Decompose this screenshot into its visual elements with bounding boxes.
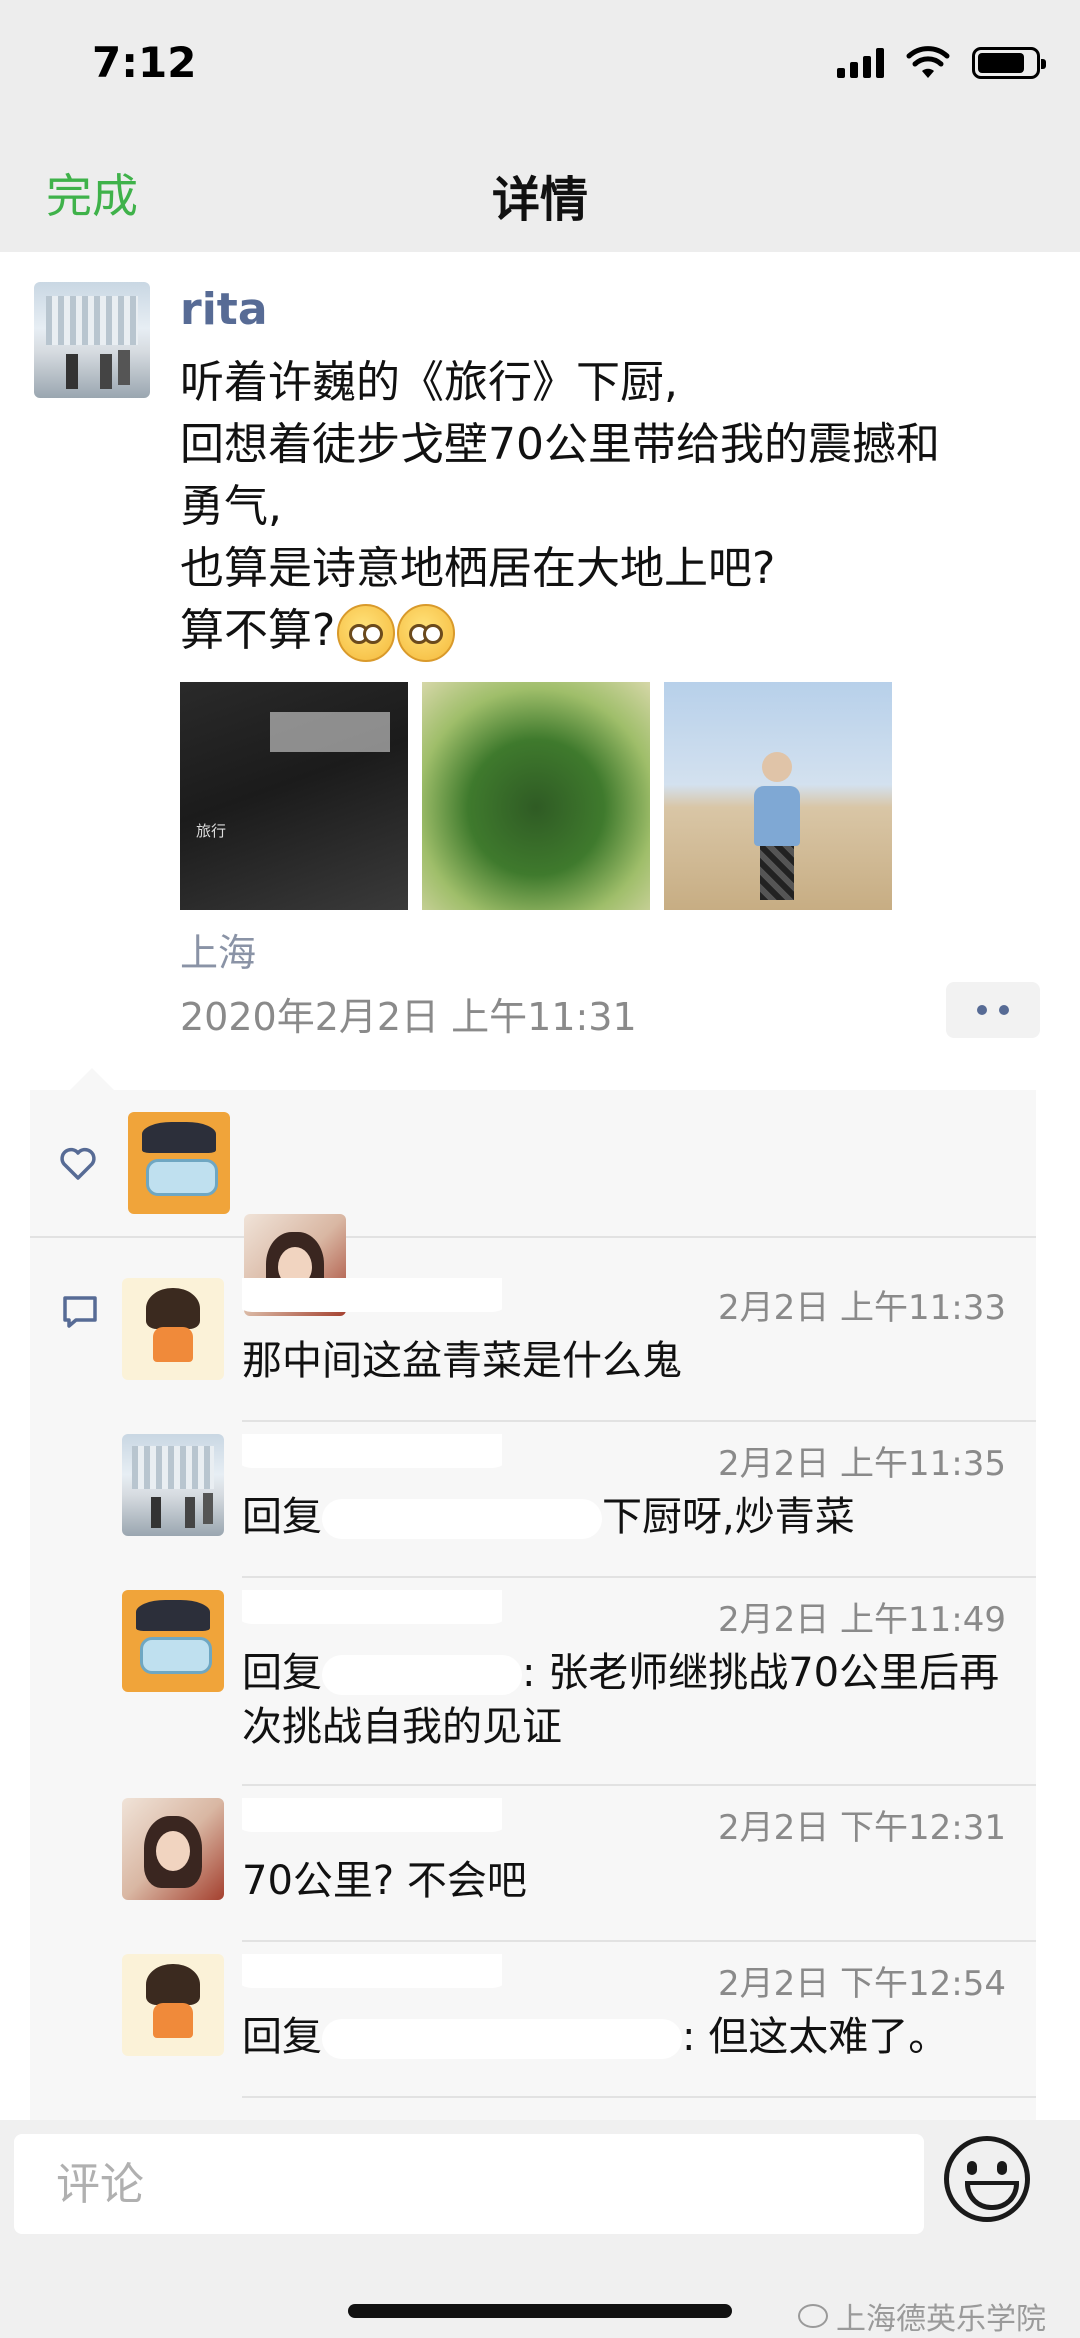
wechat-icon xyxy=(798,2304,828,2328)
reply-prefix: 回复 xyxy=(242,1494,322,1540)
commenter-avatar[interactable] xyxy=(122,1954,224,2056)
smirk-emoji-icon xyxy=(337,604,396,662)
photo-grid: 旅行 xyxy=(180,682,892,910)
comment-time: 2月2日 上午11:33 xyxy=(717,1288,1006,1328)
music-screenshot-photo[interactable]: 旅行 xyxy=(180,682,408,910)
wifi-icon xyxy=(906,46,950,78)
comment-item[interactable]: 2月2日 上午11:49 回复: 张老师继挑战70公里后再次挑战自我的见证 xyxy=(122,1590,1036,1750)
greens-photo[interactable] xyxy=(422,682,650,910)
liker-avatar[interactable] xyxy=(128,1112,230,1214)
divider xyxy=(242,2096,1036,2098)
comment-text: 70公里? 不会吧 xyxy=(242,1858,527,1904)
comment-icon xyxy=(63,1296,97,1328)
comment-time: 2月2日 下午12:54 xyxy=(717,1964,1006,2004)
status-time: 7:12 xyxy=(92,38,197,87)
reply-prefix: 回复 xyxy=(242,2014,322,2060)
commenter-avatar[interactable] xyxy=(122,1434,224,1536)
battery-icon xyxy=(972,47,1046,79)
comment-time: 2月2日 上午11:35 xyxy=(717,1444,1006,1484)
reply-prefix: 回复 xyxy=(242,1650,322,1696)
post-text: 听着许巍的《旅行》下厨, 回想着徒步戈壁70公里带给我的震撼和 勇气, 也算是诗… xyxy=(180,352,1060,662)
done-button[interactable]: 完成 xyxy=(46,160,138,226)
commenter-avatar[interactable] xyxy=(122,1590,224,1692)
commenter-avatar[interactable] xyxy=(122,1278,224,1380)
comment-item[interactable]: 2月2日 上午11:33 那中间这盆青菜是什么鬼 xyxy=(122,1278,1036,1388)
desert-hiker-photo[interactable] xyxy=(664,682,892,910)
commenter-name[interactable] xyxy=(242,1278,502,1320)
reply-body: 下厨呀,炒青菜 xyxy=(602,1494,855,1540)
redacted-name xyxy=(322,1655,522,1695)
post-timestamp: 2020年2月2日 上午11:31 xyxy=(180,995,637,1039)
divider xyxy=(242,1940,1036,1942)
post-line-last: 算不算? xyxy=(180,600,1060,662)
comment-item[interactable]: 2月2日 下午12:54 回复 : 但这太难了。 xyxy=(122,1954,1036,2064)
comment-time: 2月2日 下午12:31 xyxy=(717,1808,1006,1848)
post-line: 勇气, xyxy=(180,481,282,532)
commenter-name[interactable] xyxy=(242,1590,502,1632)
comment-text: 回复 : 但这太难了。 xyxy=(242,2010,1022,2064)
interactions-panel: 2月2日 上午11:33 那中间这盆青菜是什么鬼 2月2日 上午11:35 回复… xyxy=(30,1068,1036,2120)
signal-icon xyxy=(837,48,884,78)
song-title: 旅行 xyxy=(196,822,227,840)
commenter-name[interactable] xyxy=(242,1798,502,1840)
emoji-button[interactable] xyxy=(944,2136,1030,2222)
divider xyxy=(242,1784,1036,1786)
comment-text: 回复 下厨呀,炒青菜 xyxy=(242,1490,1022,1544)
post-line: 回想着徒步戈壁70公里带给我的震撼和 xyxy=(180,419,940,470)
author-name[interactable]: rita xyxy=(180,284,268,335)
redacted-name xyxy=(322,2019,682,2059)
top-bar: 7:12 详情 完成 xyxy=(0,0,1080,252)
more-options-button[interactable] xyxy=(946,982,1040,1038)
likes-row xyxy=(30,1090,1036,1316)
comment-time: 2月2日 上午11:49 xyxy=(717,1600,1006,1640)
reply-body: : 但这太难了。 xyxy=(682,2014,949,2060)
status-icons xyxy=(837,46,1046,80)
comment-text: 回复: 张老师继挑战70公里后再次挑战自我的见证 xyxy=(242,1646,1022,1754)
comment-input-bar: 上海德英乐学院 xyxy=(0,2120,1080,2338)
location-label[interactable]: 上海 xyxy=(180,922,256,977)
redacted-name xyxy=(322,1499,602,1539)
post-line: 听着许巍的《旅行》下厨, xyxy=(180,357,678,408)
heart-icon xyxy=(60,1147,96,1180)
divider xyxy=(242,1420,1036,1422)
post-line: 也算是诗意地栖居在大地上吧? xyxy=(180,543,776,594)
smirk-emoji-icon xyxy=(397,604,456,662)
divider xyxy=(242,1576,1036,1578)
watermark: 上海德英乐学院 xyxy=(798,2294,1046,2338)
author-avatar[interactable] xyxy=(34,282,150,398)
comment-input[interactable] xyxy=(14,2134,924,2234)
comment-item[interactable]: 2月2日 上午11:35 回复 下厨呀,炒青菜 xyxy=(122,1434,1036,1544)
home-indicator[interactable] xyxy=(348,2304,732,2318)
comment-text: 那中间这盆青菜是什么鬼 xyxy=(242,1338,682,1384)
page-title: 详情 xyxy=(491,172,588,228)
watermark-text: 上海德英乐学院 xyxy=(836,2302,1046,2337)
commenter-name[interactable] xyxy=(242,1954,502,1996)
commenter-avatar[interactable] xyxy=(122,1798,224,1900)
commenter-name[interactable] xyxy=(242,1434,502,1476)
post-line: 算不算? xyxy=(180,605,336,656)
comment-item[interactable]: 2月2日 下午12:31 70公里? 不会吧 xyxy=(122,1798,1036,1908)
